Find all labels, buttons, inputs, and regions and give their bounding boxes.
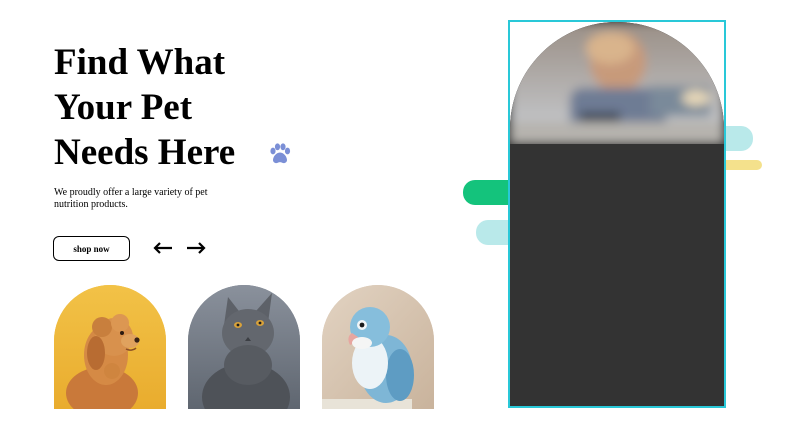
parrot-image: [322, 285, 434, 409]
shop-now-button[interactable]: shop now: [53, 236, 130, 261]
arrow-right-icon[interactable]: [186, 240, 206, 256]
headline-line-2: Your Pet: [54, 87, 193, 128]
dog-image: [54, 285, 166, 409]
pet-card-dog[interactable]: [54, 285, 166, 409]
pet-card-cat[interactable]: [188, 285, 300, 409]
hero-frame: [508, 20, 726, 408]
pet-card-parrot[interactable]: [322, 285, 434, 409]
headline-line-1: Find What: [54, 42, 226, 83]
cat-image: [188, 285, 300, 409]
page-headline: Find What Your Pet Needs Here: [54, 40, 235, 175]
tagline-text: We proudly offer a large variety of pet …: [54, 187, 208, 210]
arrow-left-icon[interactable]: [153, 240, 173, 256]
headline-line-3: Needs Here: [54, 132, 236, 173]
paw-icon: [270, 143, 291, 164]
